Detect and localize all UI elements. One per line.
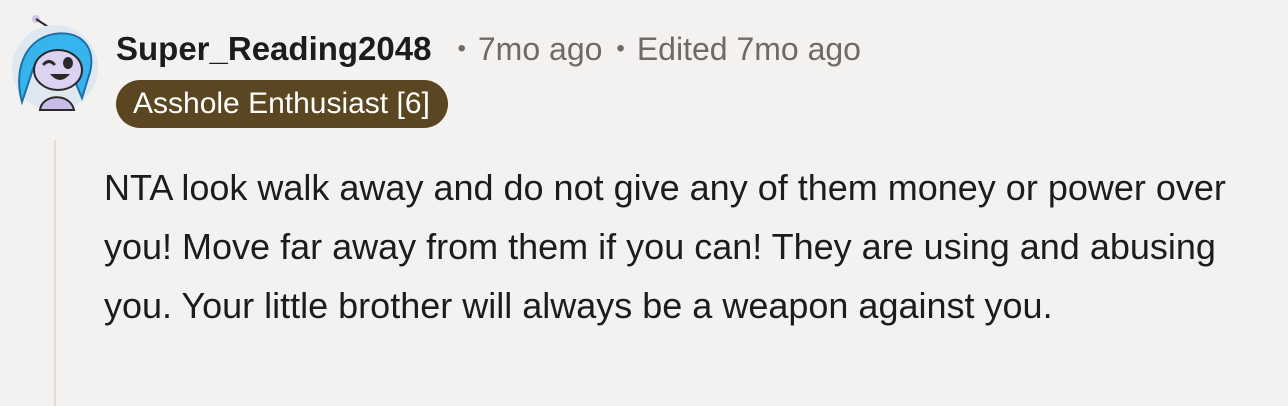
avatar-eye-right <box>63 57 73 69</box>
separator-dot: • <box>616 35 625 62</box>
edited-timestamp: Edited 7mo ago <box>636 31 861 67</box>
comment: Super_Reading2048 • 7mo ago • Edited 7mo… <box>0 0 1288 406</box>
user-flair-badge: Asshole Enthusiast [6] <box>116 80 448 128</box>
comment-body: NTA look walk away and do not give any o… <box>104 167 1226 326</box>
thread-line[interactable] <box>54 140 56 406</box>
comment-header: Super_Reading2048 • 7mo ago • Edited 7mo… <box>116 30 861 68</box>
avatar-face <box>33 49 83 91</box>
timestamp[interactable]: 7mo ago <box>478 31 603 68</box>
user-avatar-icon[interactable] <box>8 14 102 112</box>
separator-dot: • <box>457 35 466 62</box>
username-link[interactable]: Super_Reading2048 <box>116 30 431 68</box>
